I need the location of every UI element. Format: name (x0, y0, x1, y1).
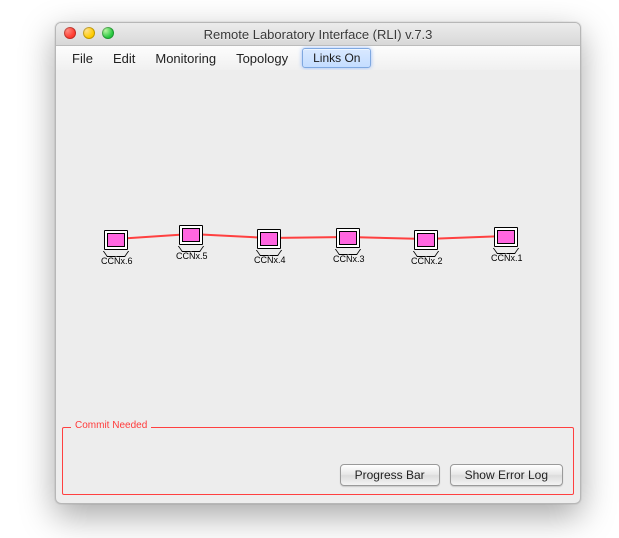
topology-node[interactable]: CCNx.5 (176, 225, 206, 261)
app-window: Remote Laboratory Interface (RLI) v.7.3 … (55, 22, 581, 504)
zoom-icon[interactable] (102, 27, 114, 39)
node-label: CCNx.6 (101, 256, 131, 266)
close-icon[interactable] (64, 27, 76, 39)
computer-icon (336, 228, 360, 248)
menu-file[interactable]: File (62, 49, 103, 68)
node-label: CCNx.4 (254, 255, 284, 265)
topology-node[interactable]: CCNx.6 (101, 230, 131, 266)
computer-icon (257, 229, 281, 249)
show-error-log-button[interactable]: Show Error Log (450, 464, 563, 486)
node-label: CCNx.2 (411, 256, 441, 266)
topology-view: CCNx.6 CCNx.5 CCNx.4 CCNx.3 CCNx.2 CCNx.1 (56, 205, 580, 285)
node-label: CCNx.5 (176, 251, 206, 261)
commit-needed-group: Commit Needed Progress Bar Show Error Lo… (62, 427, 574, 495)
commit-legend: Commit Needed (71, 420, 151, 431)
links-on-button[interactable]: Links On (302, 48, 371, 68)
minimize-icon[interactable] (83, 27, 95, 39)
topology-node[interactable]: CCNx.3 (333, 228, 363, 264)
window-title: Remote Laboratory Interface (RLI) v.7.3 (56, 27, 580, 42)
computer-icon (179, 225, 203, 245)
computer-icon (104, 230, 128, 250)
menu-topology[interactable]: Topology (226, 49, 298, 68)
topology-node[interactable]: CCNx.2 (411, 230, 441, 266)
menubar: File Edit Monitoring Topology Links On (56, 46, 580, 71)
traffic-lights (64, 27, 114, 39)
node-label: CCNx.3 (333, 254, 363, 264)
topology-canvas[interactable]: CCNx.6 CCNx.5 CCNx.4 CCNx.3 CCNx.2 CCNx.1 (56, 70, 580, 423)
menu-monitoring[interactable]: Monitoring (145, 49, 226, 68)
topology-node[interactable]: CCNx.4 (254, 229, 284, 265)
computer-icon (414, 230, 438, 250)
topology-node[interactable]: CCNx.1 (491, 227, 521, 263)
progress-bar-button[interactable]: Progress Bar (340, 464, 440, 486)
titlebar: Remote Laboratory Interface (RLI) v.7.3 (56, 23, 580, 46)
menu-edit[interactable]: Edit (103, 49, 145, 68)
node-label: CCNx.1 (491, 253, 521, 263)
computer-icon (494, 227, 518, 247)
